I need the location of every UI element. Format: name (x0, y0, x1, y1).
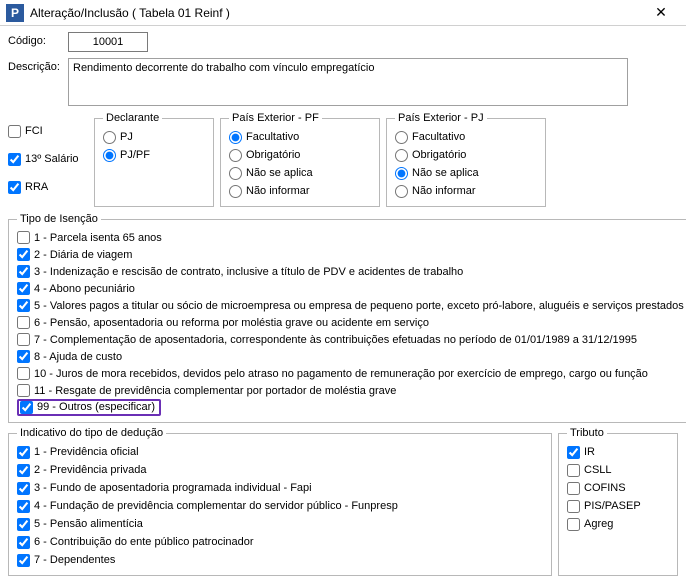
isencao-8-label: 8 - Ajuda de custo (34, 351, 122, 363)
pais-pj-legend: País Exterior - PJ (395, 112, 487, 124)
isencao-99-label: 99 - Outros (especificar) (37, 401, 155, 414)
tributo-cofins-label: COFINS (584, 482, 626, 494)
tributo-group: Tributo IR CSLL COFINS PIS/PASEP Agreg (558, 427, 678, 576)
indicativo-legend: Indicativo do tipo de dedução (17, 427, 166, 439)
fci-checkbox[interactable] (8, 125, 21, 138)
isencao-99-checkbox[interactable] (20, 401, 33, 414)
pais-pj-naoaplica-label: Não se aplica (412, 167, 479, 179)
indicativo-group: Indicativo do tipo de dedução 1 - Previd… (8, 427, 552, 576)
deducao-6-label: 6 - Contribuição do ente público patroci… (34, 536, 254, 548)
deducao-2-label: 2 - Previdência privada (34, 464, 147, 476)
isencao-7-label: 7 - Complementação de aposentadoria, cor… (34, 334, 637, 346)
isencao-3-label: 3 - Indenização e rescisão de contrato, … (34, 266, 463, 278)
titlebar: P Alteração/Inclusão ( Tabela 01 Reinf )… (0, 0, 686, 26)
isencao-3-checkbox[interactable] (17, 265, 30, 278)
pais-pj-group: País Exterior - PJ Facultativo Obrigatór… (386, 112, 546, 207)
isencao-5-label: 5 - Valores pagos a titular ou sócio de … (34, 300, 684, 312)
declarante-legend: Declarante (103, 112, 162, 124)
isencao-1-label: 1 - Parcela isenta 65 anos (34, 232, 162, 244)
app-icon: P (6, 4, 24, 22)
deducao-4-label: 4 - Fundação de previdência complementar… (34, 500, 398, 512)
isencao-5-checkbox[interactable] (17, 299, 30, 312)
deducao-4-checkbox[interactable] (17, 500, 30, 513)
declarante-pj-label: PJ (120, 131, 133, 143)
isencao-11-checkbox[interactable] (17, 384, 30, 397)
pais-pf-obrigatorio-label: Obrigatório (246, 149, 300, 161)
isencao-10-checkbox[interactable] (17, 367, 30, 380)
pais-pj-obrigatorio-radio[interactable] (395, 149, 408, 162)
isencao-2-checkbox[interactable] (17, 248, 30, 261)
pais-pf-facultativo-radio[interactable] (229, 131, 242, 144)
deducao-3-label: 3 - Fundo de aposentadoria programada in… (34, 482, 312, 494)
isencao-legend: Tipo de Isenção (17, 213, 101, 225)
content-area: Código: Descrição: Rendimento decorrente… (0, 26, 686, 582)
isencao-99-highlight: 99 - Outros (especificar) (17, 399, 161, 416)
pais-pf-legend: País Exterior - PF (229, 112, 322, 124)
pais-pf-naoaplica-radio[interactable] (229, 167, 242, 180)
isencao-10-label: 10 - Juros de mora recebidos, devidos pe… (34, 368, 648, 380)
declarante-pjpf-radio[interactable] (103, 149, 116, 162)
deducao-5-label: 5 - Pensão alimentícia (34, 518, 143, 530)
isencao-6-checkbox[interactable] (17, 316, 30, 329)
pais-pj-naoinformar-label: Não informar (412, 185, 476, 197)
tributo-agreg-label: Agreg (584, 518, 613, 530)
isencao-4-checkbox[interactable] (17, 282, 30, 295)
pais-pj-naoinformar-radio[interactable] (395, 185, 408, 198)
window-title: Alteração/Inclusão ( Tabela 01 Reinf ) (30, 6, 641, 20)
deducao-3-checkbox[interactable] (17, 482, 30, 495)
declarante-pj-radio[interactable] (103, 131, 116, 144)
tributo-csll-checkbox[interactable] (567, 464, 580, 477)
close-button[interactable]: ✕ (641, 4, 681, 21)
deducao-5-checkbox[interactable] (17, 518, 30, 531)
pais-pf-naoaplica-label: Não se aplica (246, 167, 313, 179)
deducao-2-checkbox[interactable] (17, 464, 30, 477)
isencao-11-label: 11 - Resgate de previdência complementar… (34, 385, 396, 397)
descricao-textarea[interactable]: Rendimento decorrente do trabalho com ví… (68, 58, 628, 106)
fci-label: FCI (25, 125, 43, 137)
pais-pf-naoinformar-label: Não informar (246, 185, 310, 197)
tributo-cofins-checkbox[interactable] (567, 482, 580, 495)
isencao-1-checkbox[interactable] (17, 231, 30, 244)
pais-pj-facultativo-label: Facultativo (412, 131, 465, 143)
decimo-checkbox[interactable] (8, 153, 21, 166)
isencao-4-label: 4 - Abono pecuniário (34, 283, 135, 295)
deducao-6-checkbox[interactable] (17, 536, 30, 549)
deducao-1-checkbox[interactable] (17, 446, 30, 459)
tributo-legend: Tributo (567, 427, 607, 439)
isencao-2-label: 2 - Diária de viagem (34, 249, 132, 261)
declarante-group: Declarante PJ PJ/PF (94, 112, 214, 207)
isencao-7-checkbox[interactable] (17, 333, 30, 346)
tributo-ir-checkbox[interactable] (567, 446, 580, 459)
deducao-1-label: 1 - Previdência oficial (34, 446, 139, 458)
decimo-label: 13º Salário (25, 153, 79, 165)
descricao-label: Descrição: (8, 58, 68, 73)
pais-pj-naoaplica-radio[interactable] (395, 167, 408, 180)
pais-pf-naoinformar-radio[interactable] (229, 185, 242, 198)
rra-label: RRA (25, 181, 48, 193)
pais-pj-obrigatorio-label: Obrigatório (412, 149, 466, 161)
pais-pf-facultativo-label: Facultativo (246, 131, 299, 143)
codigo-input[interactable] (68, 32, 148, 52)
isencao-8-checkbox[interactable] (17, 350, 30, 363)
codigo-label: Código: (8, 32, 68, 47)
tributo-pis-label: PIS/PASEP (584, 500, 641, 512)
declarante-pjpf-label: PJ/PF (120, 149, 150, 161)
isencao-6-label: 6 - Pensão, aposentadoria ou reforma por… (34, 317, 429, 329)
isencao-group: Tipo de Isenção 1 - Parcela isenta 65 an… (8, 213, 686, 423)
tributo-pis-checkbox[interactable] (567, 500, 580, 513)
tributo-agreg-checkbox[interactable] (567, 518, 580, 531)
deducao-7-label: 7 - Dependentes (34, 554, 115, 566)
pais-pf-group: País Exterior - PF Facultativo Obrigatór… (220, 112, 380, 207)
pais-pj-facultativo-radio[interactable] (395, 131, 408, 144)
pais-pf-obrigatorio-radio[interactable] (229, 149, 242, 162)
tributo-ir-label: IR (584, 446, 595, 458)
rra-checkbox[interactable] (8, 181, 21, 194)
tributo-csll-label: CSLL (584, 464, 612, 476)
